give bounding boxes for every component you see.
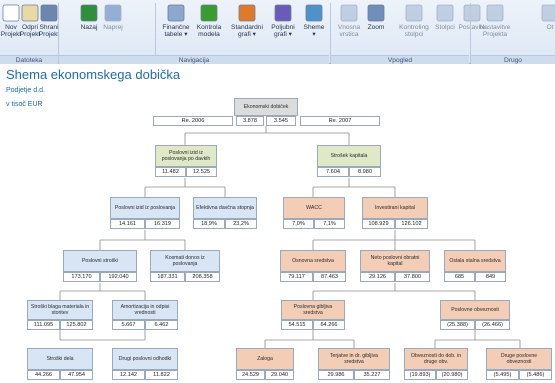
header-year-2: Re. 2007 bbox=[300, 116, 380, 126]
node-terjatve: Terjatve in dr. gibljiva sredstva bbox=[318, 348, 390, 370]
node-stroski-dela-value-2: 47.954 bbox=[60, 370, 93, 380]
node-druge-obv-value-1: (5.495) bbox=[486, 370, 519, 380]
node-zaloga-value-2: 29.040 bbox=[265, 370, 294, 380]
node-amortizacija: Amortizacija in odpisi vrednosti bbox=[112, 300, 178, 320]
node-amortizacija-value-2: 6.462 bbox=[145, 320, 178, 330]
node-obveznosti-value-2: (26.466) bbox=[475, 320, 510, 330]
node-pi-poslovanja: Poslovni izid iz poslovanja bbox=[110, 197, 180, 219]
node-obveznosti-value-1: (25.388) bbox=[440, 320, 475, 330]
node-osnovna-value-1: 79.117 bbox=[280, 272, 313, 282]
node-druge-obv-value-2: (5.486) bbox=[519, 370, 552, 380]
node-strosek-kapitala-value-2: 8.980 bbox=[349, 167, 381, 177]
node-kosmati: Kosmati donos iz poslovanja bbox=[150, 250, 220, 272]
header-value-1: 3.878 bbox=[236, 116, 264, 126]
node-zaloga-value-1: 24.529 bbox=[236, 370, 265, 380]
node-ostala: Ostala stalna sredstva bbox=[444, 250, 506, 272]
node-kosmati-value-2: 208.358 bbox=[185, 272, 220, 282]
header-year-1: Re. 2006 bbox=[153, 116, 233, 126]
node-drugi-odhodki: Drugi poslovni odhodki bbox=[112, 348, 178, 370]
node-obv-dob-value-2: (20.980) bbox=[436, 370, 468, 380]
node-investirani-value-1: 108.929 bbox=[362, 219, 395, 229]
node-strosek-kapitala-value-1: 7.604 bbox=[317, 167, 349, 177]
node-amortizacija-value-1: 5.667 bbox=[112, 320, 145, 330]
node-stroski-blaga-value-1: 111.095 bbox=[27, 320, 60, 330]
node-ekonomski-dobicek: Ekonomski dobiček bbox=[234, 98, 298, 116]
node-ostala-value-2: 849 bbox=[475, 272, 506, 282]
node-neto-obratni-value-1: 29.126 bbox=[360, 272, 395, 282]
node-gibljiva-value-2: 64.266 bbox=[313, 320, 345, 330]
node-stroski-blaga: Stroški blaga materiala in storitev bbox=[27, 300, 93, 320]
node-neto-obratni: Neto poslovni obratni kapital bbox=[360, 250, 430, 272]
node-wacc: WACC bbox=[283, 197, 345, 219]
node-drugi-odhodki-value-2: 11.822 bbox=[145, 370, 178, 380]
node-pi-poslovanja-value-2: 16.319 bbox=[145, 219, 180, 229]
node-stroski-dela-value-1: 44.266 bbox=[27, 370, 60, 380]
node-poslovni-stroski-value-1: 173.170 bbox=[63, 272, 100, 282]
app-window: Nov Projekt Odpri Projekt Shrani Projekt Na… bbox=[0, 0, 555, 383]
node-investirani: Investirani kapital bbox=[362, 197, 428, 219]
node-obv-dob-value-1: (19.893) bbox=[404, 370, 436, 380]
node-stroski-dela: Stroški dela bbox=[27, 348, 93, 370]
node-terjatve-value-2: 35.227 bbox=[354, 370, 390, 380]
node-osnovna-value-2: 87.463 bbox=[313, 272, 346, 282]
node-obv-dob: Obveznosti do dob. in drugе obv. bbox=[404, 348, 468, 370]
node-poslovni-stroski: Poslovni stroški bbox=[63, 250, 137, 272]
node-drugi-odhodki-value-1: 12.142 bbox=[112, 370, 145, 380]
node-gibljiva-value-1: 54.515 bbox=[281, 320, 313, 330]
node-poslovni-izid-value-2: 12.525 bbox=[186, 167, 217, 177]
node-stroski-blaga-value-2: 125.802 bbox=[60, 320, 93, 330]
node-poslovni-izid-value-1: 11.482 bbox=[155, 167, 186, 177]
node-efektivna-value-2: 23,2% bbox=[225, 219, 257, 229]
node-druge-obv: Druge poslovne obveznosti bbox=[486, 348, 552, 370]
node-obveznosti: Poslovne obveznosti bbox=[440, 300, 510, 320]
node-osnovna: Osnovna sredstva bbox=[280, 250, 346, 272]
node-zaloga: Zaloga bbox=[236, 348, 294, 370]
node-investirani-value-2: 126.102 bbox=[395, 219, 428, 229]
node-efektivna-value-1: 18,9% bbox=[193, 219, 225, 229]
node-terjatve-value-1: 29.986 bbox=[318, 370, 354, 380]
node-gibljiva: Poslovna gibljiva sredstva bbox=[281, 300, 345, 320]
node-wacc-value-1: 7,0% bbox=[283, 219, 314, 229]
header-value-2: 3.545 bbox=[266, 116, 296, 126]
node-poslovni-stroski-value-2: 192.040 bbox=[100, 272, 137, 282]
node-strosek-kapitala: Strošek kapitala bbox=[317, 145, 381, 167]
node-neto-obratni-value-2: 37.800 bbox=[395, 272, 430, 282]
node-wacc-value-2: 7,1% bbox=[314, 219, 345, 229]
node-kosmati-value-1: 187.331 bbox=[150, 272, 185, 282]
node-pi-poslovanja-value-1: 14.161 bbox=[110, 219, 145, 229]
node-poslovni-izid: Poslovni izid iz poslovanja po davkih bbox=[155, 145, 217, 167]
node-efektivna: Efektivna davčna stopnja bbox=[193, 197, 257, 219]
node-ostala-value-1: 685 bbox=[444, 272, 475, 282]
